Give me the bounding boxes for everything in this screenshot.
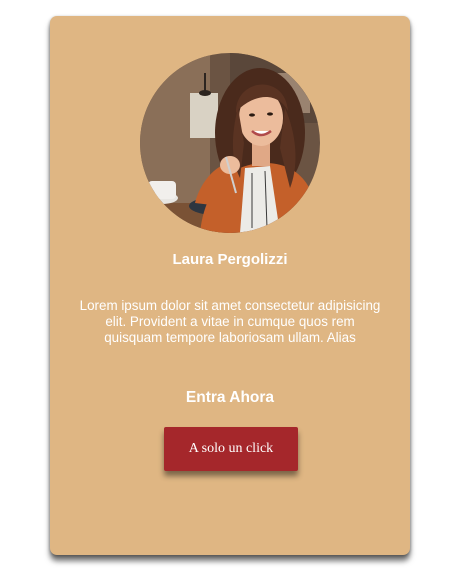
- cta-button[interactable]: A solo un click: [164, 427, 298, 471]
- profile-name: Laura Pergolizzi: [172, 251, 288, 268]
- profile-card: Laura Pergolizzi Lorem ipsum dolor sit a…: [50, 16, 410, 555]
- avatar: [140, 53, 320, 233]
- profile-description: Lorem ipsum dolor sit amet consectetur a…: [79, 298, 381, 345]
- avatar-photo: [140, 53, 320, 233]
- cta-title: Entra Ahora: [185, 389, 275, 406]
